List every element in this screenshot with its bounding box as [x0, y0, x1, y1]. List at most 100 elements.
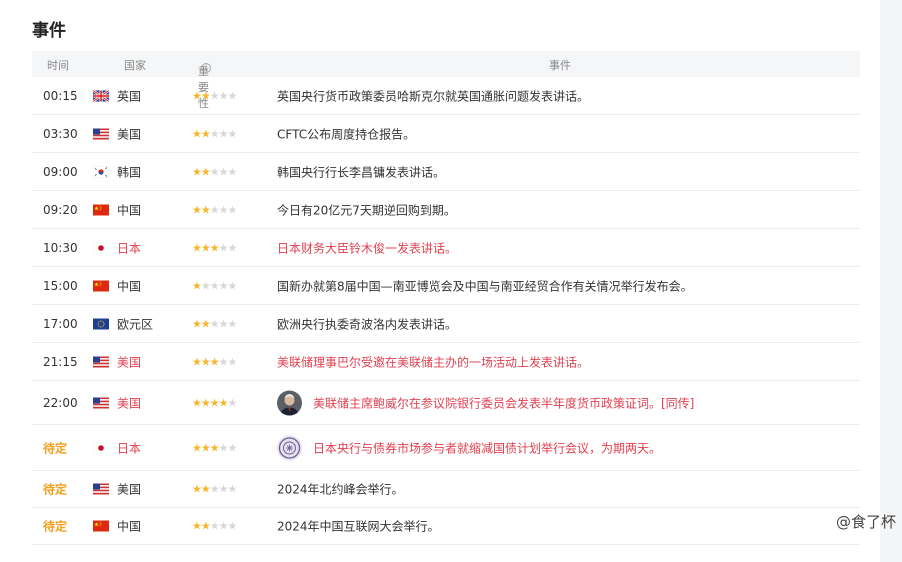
event-time: 22:00 [43, 395, 78, 410]
event-description: 2024年北约峰会举行。 [277, 482, 404, 497]
star-icon: ★ [227, 355, 238, 368]
star-icon: ★ [200, 482, 211, 496]
event-time: 00:15 [43, 88, 78, 103]
us-flag-icon [93, 128, 109, 139]
table-row[interactable]: 09:20 中国 ★★★★★ 今日有20亿元7天期逆回购到期。 [32, 191, 860, 229]
star-icon: ★ [192, 519, 202, 533]
table-row[interactable]: 22:00 美国 ★★★★★ 美联储主席鲍威尔在参议院银行委员会发表半年度货币政策证词… [32, 381, 860, 425]
cn-flag-icon [93, 204, 109, 215]
event-country: 日本 [117, 441, 142, 455]
event-country: 英国 [117, 89, 142, 103]
table-row[interactable]: 17:00 欧元区 ★★★★★ 欧洲央行执委奇波洛内发表讲话。 [32, 305, 860, 343]
event-country: 韩国 [117, 165, 142, 179]
eu-flag-icon [93, 318, 109, 329]
star-icon: ★ [209, 127, 220, 140]
cn-flag-icon [93, 280, 109, 291]
star-icon: ★ [192, 89, 202, 102]
star-icon: ★ [218, 241, 229, 254]
star-icon: ★ [192, 317, 202, 330]
star-icon: ★ [192, 279, 202, 292]
table-row[interactable]: 10:30 日本 ★★★★★ 日本财务大臣铃木俊一发表讲话。 [32, 229, 860, 267]
jp-flag-icon [93, 442, 109, 453]
us-flag-icon [93, 483, 109, 495]
importance-stars: ★★★★★ [192, 317, 238, 330]
star-icon: ★ [200, 203, 211, 216]
star-icon: ★ [218, 396, 229, 409]
star-icon: ★ [200, 241, 211, 254]
star-icon: ★ [192, 355, 202, 368]
table-row[interactable]: 待定 中国 ★★★★★ 2024年中国互联网大会举行。 [32, 508, 860, 545]
star-icon: ★ [227, 165, 238, 178]
event-description: 2024年中国互联网大会举行。 [277, 519, 440, 534]
star-icon: ★ [192, 165, 202, 178]
star-icon: ★ [209, 317, 220, 330]
event-time: 09:00 [43, 164, 78, 179]
star-icon: ★ [218, 441, 229, 454]
star-icon: ★ [218, 317, 229, 330]
event-country: 美国 [117, 355, 142, 369]
event-description: 美联储主席鲍威尔在参议院银行委员会发表半年度货币政策证词。[同传] [313, 396, 695, 410]
star-icon: ★ [209, 441, 220, 454]
table-row[interactable]: 00:15 英国 ★★★★★ 英国央行货币政策委员哈斯克尔就英国通胀问题发表讲话。 [32, 77, 860, 115]
importance-stars: ★★★★★ [192, 165, 238, 178]
star-icon: ★ [200, 317, 211, 330]
seal-avatar [277, 435, 302, 460]
event-country: 美国 [117, 482, 142, 497]
star-icon: ★ [209, 355, 220, 368]
table-row[interactable]: 03:30 美国 ★★★★★ CFTC公布周度持仓报告。 [32, 115, 860, 153]
event-description: 美联储理事巴尔受邀在美联储主办的一场活动上发表讲话。 [277, 355, 590, 369]
importance-stars: ★★★★★ [192, 89, 238, 102]
table-row[interactable]: 09:00 韩国 ★★★★★ 韩国央行行长李昌镛发表讲话。 [32, 153, 860, 191]
signature-watermark: @食了杯 [835, 513, 896, 531]
event-time: 21:15 [43, 354, 78, 369]
event-description: 今日有20亿元7天期逆回购到期。 [277, 203, 456, 217]
jp-flag-icon [93, 242, 109, 253]
importance-stars: ★★★★★ [192, 241, 237, 254]
header-time: 时间 [47, 59, 69, 72]
event-description: 韩国央行行长李昌镛发表讲话。 [277, 165, 446, 179]
table-row[interactable]: 15:00 中国 ★★★★★ 国新办就第8届中国—南亚博览会及中国与南亚经贸合作有关情… [32, 267, 860, 305]
star-icon: ★ [200, 355, 211, 368]
star-icon: ★ [200, 279, 211, 292]
event-time: 10:30 [43, 240, 78, 255]
us-flag-icon [93, 356, 109, 367]
star-icon: ★ [218, 482, 229, 496]
star-icon: ★ [209, 165, 220, 178]
info-icon[interactable]: i [201, 63, 211, 73]
star-icon: ★ [218, 355, 229, 368]
event-country: 美国 [117, 127, 142, 141]
cn-flag-icon [93, 520, 109, 532]
importance-stars: ★★★★★ [192, 203, 238, 216]
star-icon: ★ [209, 241, 220, 254]
event-description: 欧洲央行执委奇波洛内发表讲话。 [277, 317, 458, 331]
star-icon: ★ [192, 241, 202, 254]
event-description: CFTC公布周度持仓报告。 [277, 127, 416, 141]
importance-stars: ★★★★★ [192, 396, 237, 409]
event-time: 待定 [43, 519, 68, 534]
star-icon: ★ [209, 203, 220, 216]
table-row[interactable]: 待定 美国 ★★★★★ 2024年北约峰会举行。 [32, 471, 860, 508]
event-time: 15:00 [43, 278, 78, 293]
header-country: 国家 [124, 59, 146, 72]
portrait-avatar [277, 390, 302, 415]
header-event: 事件 [549, 59, 571, 72]
star-icon: ★ [218, 127, 229, 140]
event-country: 中国 [117, 519, 142, 534]
star-icon: ★ [227, 203, 238, 216]
star-icon: ★ [192, 203, 202, 216]
star-icon: ★ [218, 203, 229, 216]
table-row[interactable]: 待定 日本 ★★★★★ 日本央行与债券市场参与者就缩减国债计划举行会议，为期两天。 [32, 425, 860, 471]
event-description: 英国央行货币政策委员哈斯克尔就英国通胀问题发表讲话。 [277, 89, 590, 103]
us-flag-icon [93, 397, 109, 408]
star-icon: ★ [227, 317, 238, 330]
event-time: 待定 [43, 482, 68, 497]
importance-stars: ★★★★★ [192, 279, 237, 292]
star-icon: ★ [218, 519, 229, 533]
star-icon: ★ [227, 89, 238, 102]
star-icon: ★ [209, 396, 220, 409]
star-icon: ★ [200, 165, 211, 178]
event-time: 17:00 [43, 316, 78, 331]
table-row[interactable]: 21:15 美国 ★★★★★ 美联储理事巴尔受邀在美联储主办的一场活动上发表讲话。 [32, 343, 860, 381]
event-time: 09:20 [43, 202, 78, 217]
star-icon: ★ [200, 396, 211, 409]
